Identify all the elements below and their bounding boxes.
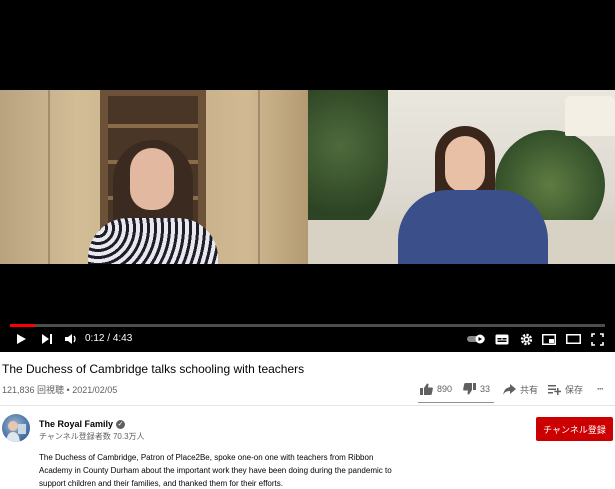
share-button[interactable]: 共有 xyxy=(503,381,538,397)
current-time: 0:12 xyxy=(85,333,105,344)
description-line: Academy in County Durham about the impor… xyxy=(39,466,392,475)
view-count: 121,836 回視聴 xyxy=(2,385,65,395)
dislike-button[interactable]: 33 xyxy=(463,381,490,397)
fullscreen-button[interactable] xyxy=(588,330,606,348)
captions-button[interactable] xyxy=(493,330,511,348)
divider xyxy=(0,405,615,406)
video-title: The Duchess of Cambridge talks schooling… xyxy=(2,362,305,376)
video-pane-left xyxy=(0,90,308,264)
speaker-left-face xyxy=(130,148,174,210)
verified-check-icon: ✓ xyxy=(116,420,126,430)
next-button[interactable] xyxy=(38,330,56,348)
cabinet-line xyxy=(48,90,50,264)
progress-bar-fill xyxy=(10,324,35,327)
channel-avatar[interactable] xyxy=(2,414,30,442)
gear-icon xyxy=(520,333,532,345)
video-player[interactable]: 0:12 / 4:43 xyxy=(0,0,615,352)
play-icon xyxy=(17,334,26,344)
like-button[interactable]: 890 xyxy=(420,381,452,397)
speaker-left-body xyxy=(88,218,218,264)
autoplay-toggle[interactable] xyxy=(466,330,488,348)
miniplayer-icon xyxy=(542,333,556,345)
youtube-watch-page: 0:12 / 4:43 The Duchess of Cambridge tal… xyxy=(0,0,615,489)
theater-icon xyxy=(565,334,581,344)
description-line: support children and their families, and… xyxy=(39,479,283,488)
captions-icon xyxy=(495,334,509,344)
meta-separator: • xyxy=(64,385,73,395)
share-label: 共有 xyxy=(520,384,539,395)
settings-button[interactable] xyxy=(517,330,535,348)
dislike-count: 33 xyxy=(480,384,491,394)
more-icon: ··· xyxy=(597,384,604,394)
player-controls: 0:12 / 4:43 xyxy=(0,328,615,350)
time-display: 0:12 / 4:43 xyxy=(85,331,132,347)
shelf-board xyxy=(108,124,198,128)
speaker-right-face xyxy=(445,136,485,192)
next-icon xyxy=(42,334,52,344)
time-separator: / xyxy=(104,333,113,344)
avatar-image xyxy=(6,421,26,442)
theater-button[interactable] xyxy=(564,330,582,348)
fullscreen-icon xyxy=(590,332,604,346)
save-label: 保存 xyxy=(565,384,584,395)
description-line: The Duchess of Cambridge, Patron of Plac… xyxy=(39,453,374,462)
video-meta: 121,836 回視聴 • 2021/02/05 xyxy=(2,383,117,396)
like-count: 890 xyxy=(437,384,453,394)
volume-button[interactable] xyxy=(62,330,80,348)
thumbs-down-icon xyxy=(463,383,476,395)
save-button[interactable]: 保存 xyxy=(548,381,583,397)
plant-left xyxy=(308,90,388,230)
volume-icon xyxy=(65,334,76,344)
playlist-add-icon xyxy=(548,384,561,395)
channel-name[interactable]: The Royal Family ✓ xyxy=(39,419,126,430)
miniplayer-button[interactable] xyxy=(540,330,558,348)
upload-date: 2021/02/05 xyxy=(72,385,118,395)
video-frame[interactable] xyxy=(0,90,615,264)
more-actions-button[interactable]: ··· xyxy=(597,381,604,397)
channel-name-text: The Royal Family xyxy=(39,419,114,429)
video-pane-right xyxy=(308,90,615,264)
subscribe-button[interactable]: チャンネル登録 xyxy=(536,417,613,441)
duration: 4:43 xyxy=(112,333,133,344)
speaker-right-body xyxy=(398,190,548,264)
video-description: The Duchess of Cambridge, Patron of Plac… xyxy=(39,451,419,489)
progress-bar[interactable] xyxy=(10,324,605,327)
sentiment-bar xyxy=(418,402,494,403)
cabinet-line xyxy=(258,90,260,264)
thumbs-up-icon xyxy=(420,383,433,395)
play-button[interactable] xyxy=(12,330,30,348)
lamp xyxy=(565,96,615,136)
autoplay-toggle-icon xyxy=(467,334,485,344)
share-icon xyxy=(503,383,516,395)
subscriber-count: チャンネル登録者数 70.3万人 xyxy=(39,432,145,441)
